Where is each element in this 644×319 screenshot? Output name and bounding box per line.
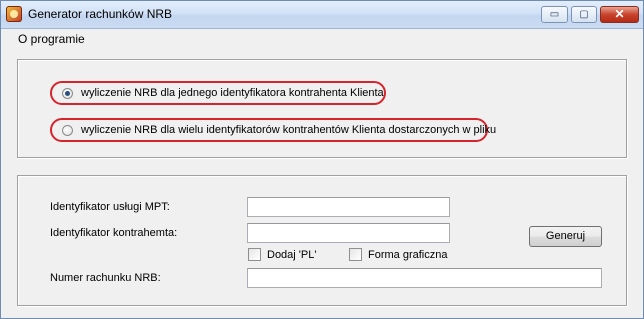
contractor-label: Identyfikator kontrahemta: (50, 227, 178, 239)
radio-multiple-identifiers[interactable]: wyliczenie NRB dla wielu identyfikatorów… (50, 118, 496, 142)
radio-button-multiple[interactable] (62, 125, 73, 136)
radio-single-label[interactable]: wyliczenie NRB dla jednego identyfikator… (81, 87, 384, 99)
generate-button[interactable]: Generuj (529, 226, 602, 247)
add-pl-label[interactable]: Dodaj 'PL' (267, 249, 316, 261)
maximize-icon: ▢ (579, 9, 589, 20)
app-logo-icon (6, 6, 22, 22)
nrb-output[interactable] (247, 268, 602, 288)
graphic-form-label[interactable]: Forma graficzna (368, 249, 447, 261)
maximize-button[interactable]: ▢ (571, 6, 597, 23)
mode-group (17, 59, 627, 158)
minimize-icon: ▭ (549, 9, 560, 20)
close-button[interactable]: ✕ (600, 6, 639, 23)
nrb-label: Numer rachunku NRB: (50, 272, 161, 284)
add-pl-checkbox[interactable] (248, 248, 261, 261)
title-bar[interactable]: Generator rachunków NRB ▭ ▢ ✕ (1, 1, 643, 29)
graphic-form-checkbox[interactable] (349, 248, 362, 261)
mpt-input[interactable] (247, 197, 450, 217)
radio-button-single[interactable] (62, 88, 73, 99)
mpt-label: Identyfikator usługi MPT: (50, 201, 170, 213)
contractor-input[interactable] (247, 223, 450, 243)
window-title: Generator rachunków NRB (28, 7, 173, 21)
close-icon: ✕ (614, 7, 625, 21)
minimize-button[interactable]: ▭ (541, 6, 568, 23)
radio-single-identifier[interactable]: wyliczenie NRB dla jednego identyfikator… (50, 81, 386, 105)
app-window: Generator rachunków NRB ▭ ▢ ✕ O programi… (0, 0, 644, 319)
menu-item-about[interactable]: O programie (18, 32, 85, 46)
radio-multiple-label[interactable]: wyliczenie NRB dla wielu identyfikatorów… (81, 124, 496, 136)
menu-bar: O programie (1, 29, 643, 49)
